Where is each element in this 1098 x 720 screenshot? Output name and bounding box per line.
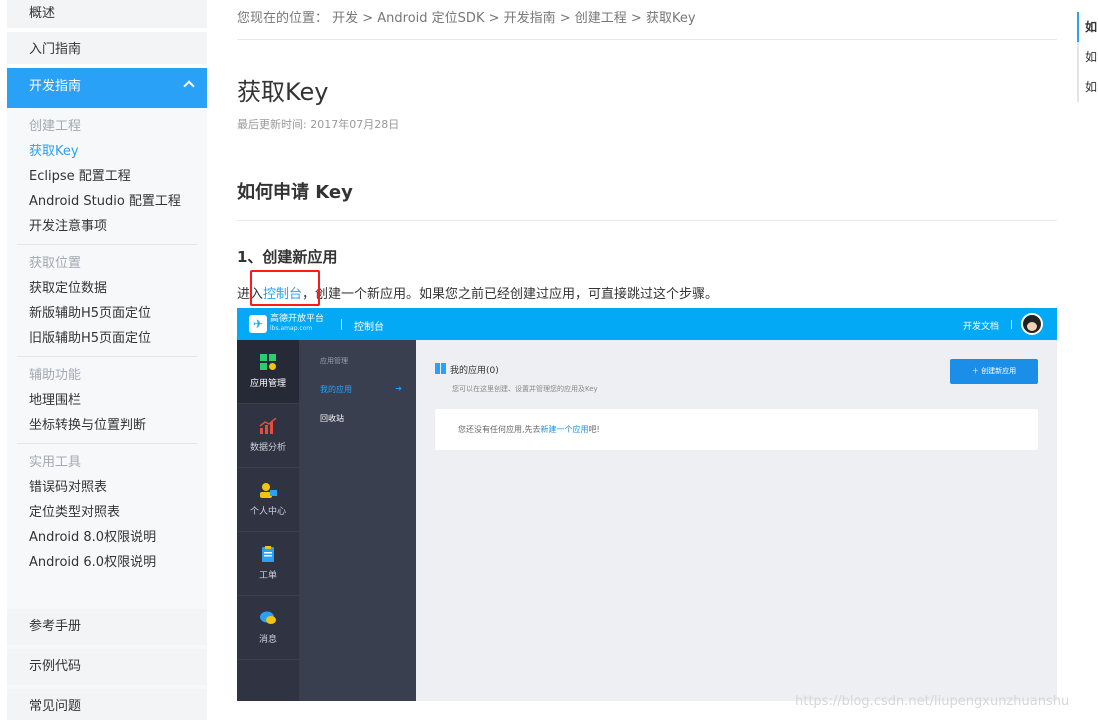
nav-faq[interactable]: 常见问题: [7, 689, 207, 720]
console-my-apps-label: 我的应用(0): [450, 366, 499, 376]
toc-item[interactable]: 如: [1077, 12, 1098, 42]
nav-group-title: 获取位置: [29, 256, 82, 271]
nav-dev-guide-label: 开发指南: [29, 79, 82, 94]
intro-paragraph: 进入控制台，创建一个新应用。如果您之前已经创建过应用，可直接跳过这个步骤。: [237, 270, 1057, 306]
nav-item-new-h5[interactable]: 新版辅助H5页面定位: [29, 301, 197, 326]
divider: [17, 356, 197, 357]
console-submenu-recycle: 回收站: [320, 414, 344, 423]
amap-logo-icon: ✈: [249, 315, 267, 333]
main-content: 您现在的位置： 开发 > Android 定位SDK > 开发指南 > 创建工程…: [237, 0, 1057, 701]
nav-item-location-data[interactable]: 获取定位数据: [29, 276, 197, 301]
nav-group-tools: 实用工具 错误码对照表 定位类型对照表 Android 8.0权限说明 Andr…: [7, 450, 207, 575]
breadcrumb: 您现在的位置： 开发 > Android 定位SDK > 开发指南 > 创建工程…: [237, 0, 1057, 40]
console-nav-label: 数据分析: [249, 443, 286, 453]
nav-item-old-h5[interactable]: 旧版辅助H5页面定位: [29, 326, 197, 351]
dev-guide-submenu: 创建工程 获取Key Eclipse 配置工程 Android Studio 配…: [7, 108, 207, 583]
console-my-apps-subtitle: 您可以在这里创建、设置并管理您的应用及Key: [452, 385, 598, 393]
toc-item[interactable]: 如: [1077, 72, 1098, 102]
avatar: [1021, 313, 1043, 335]
nav-overview[interactable]: 概述: [7, 0, 207, 32]
console-nav-label: 工单: [258, 571, 277, 581]
console-nav-label: 应用管理: [249, 379, 286, 389]
grid-icon: [260, 354, 276, 370]
nav-group-title: 创建工程: [29, 119, 82, 134]
console-nav-app-mgmt: 应用管理: [237, 340, 299, 404]
console-empty-text: 您还没有任何应用,先去: [458, 425, 541, 434]
step-heading: 1、创建新应用: [237, 248, 338, 266]
left-nav: 概述 入门指南 开发指南 创建工程 获取Key Eclipse 配置工程 And…: [7, 0, 207, 720]
nav-sample-code[interactable]: 示例代码: [7, 649, 207, 685]
nav-item-error-codes[interactable]: 错误码对照表: [29, 475, 197, 500]
arrow-right-icon: ➔: [395, 384, 402, 393]
clipboard-icon: [262, 546, 274, 562]
divider: [17, 443, 197, 444]
nav-item-android6[interactable]: Android 6.0权限说明: [29, 550, 197, 575]
highlight-box: [250, 270, 320, 306]
nav-item-location-types[interactable]: 定位类型对照表: [29, 500, 197, 525]
nav-item-android-studio[interactable]: Android Studio 配置工程: [29, 189, 197, 214]
console-nav-message: 消息: [237, 596, 299, 660]
nav-group-title: 实用工具: [29, 455, 82, 470]
console-nav-ticket: 工单: [237, 532, 299, 596]
console-nav-profile: 个人中心: [237, 468, 299, 532]
nav-group-aux: 辅助功能 地理围栏 坐标转换与位置判断: [7, 363, 207, 438]
console-screenshot: ✈ 高德开放平台 lbs.amap.com 控制台 开发文档 应用管理 数据分析 …: [237, 308, 1057, 701]
console-empty-state: 您还没有任何应用,先去新建一个应用吧!: [435, 409, 1038, 450]
chat-bubble-icon: [260, 611, 276, 624]
nav-item-eclipse[interactable]: Eclipse 配置工程: [29, 164, 197, 189]
nav-reference[interactable]: 参考手册: [7, 609, 207, 645]
toc: 如 如 如: [1077, 12, 1098, 102]
nav-item-geofence[interactable]: 地理围栏: [29, 388, 197, 413]
intro-text-after: ，创建一个新应用。如果您之前已经创建过应用，可直接跳过这个步骤。: [302, 287, 719, 302]
nav-item-get-key[interactable]: 获取Key: [29, 139, 197, 164]
last-updated: 最后更新时间: 2017年07月28日: [237, 118, 400, 131]
nav-item-dev-notes[interactable]: 开发注意事项: [29, 214, 197, 239]
divider: [17, 244, 197, 245]
brand-name: 高德开放平台: [270, 314, 325, 324]
section-heading: 如何申请 Key: [237, 178, 1057, 221]
console-topbar: ✈ 高德开放平台 lbs.amap.com 控制台 开发文档: [237, 308, 1057, 340]
nav-group-title: 辅助功能: [29, 368, 82, 383]
chevron-up-icon: [183, 80, 195, 92]
nav-group-get-location: 获取位置 获取定位数据 新版辅助H5页面定位 旧版辅助H5页面定位: [7, 251, 207, 351]
console-submenu: 应用管理 我的应用 ➔ 回收站: [299, 340, 416, 701]
page-title: 获取Key: [237, 78, 329, 106]
brand-sub: lbs.amap.com: [270, 325, 313, 332]
console-nav-analytics: 数据分析: [237, 404, 299, 468]
divider: [341, 319, 342, 330]
console-nav-label: 个人中心: [249, 507, 286, 517]
console-nav-label: 消息: [258, 635, 277, 645]
watermark: https://blog.csdn.net/liupengxunzhuanshu: [795, 694, 1070, 709]
console-create-app-button: ＋ 创建新应用: [950, 359, 1038, 384]
console-my-apps-title: 我的应用(0): [435, 363, 499, 376]
console-docs-link: 开发文档: [962, 322, 999, 332]
toc-item[interactable]: 如: [1077, 42, 1098, 72]
nav-getting-started[interactable]: 入门指南: [7, 32, 207, 68]
apps-icon: [435, 363, 446, 374]
console-icon-sidebar: 应用管理 数据分析 个人中心 工单 消息: [237, 340, 299, 701]
console-submenu-my-apps: 我的应用 ➔: [320, 384, 402, 395]
console-top-label: 控制台: [354, 322, 384, 333]
nav-item-coord-convert[interactable]: 坐标转换与位置判断: [29, 413, 197, 438]
nav-group-create-project: 创建工程 获取Key Eclipse 配置工程 Android Studio 配…: [7, 114, 207, 239]
divider: [1011, 320, 1012, 329]
chart-icon: [259, 418, 277, 434]
console-empty-text-after: 吧!: [588, 425, 600, 434]
nav-dev-guide[interactable]: 开发指南: [7, 68, 207, 108]
console-submenu-label: 我的应用: [320, 385, 352, 394]
console-brand: 高德开放平台 lbs.amap.com: [270, 314, 324, 334]
nav-item-android8[interactable]: Android 8.0权限说明: [29, 525, 197, 550]
user-icon: [260, 483, 277, 498]
console-submenu-header: 应用管理: [320, 357, 348, 365]
console-empty-link: 新建一个应用: [540, 425, 589, 434]
